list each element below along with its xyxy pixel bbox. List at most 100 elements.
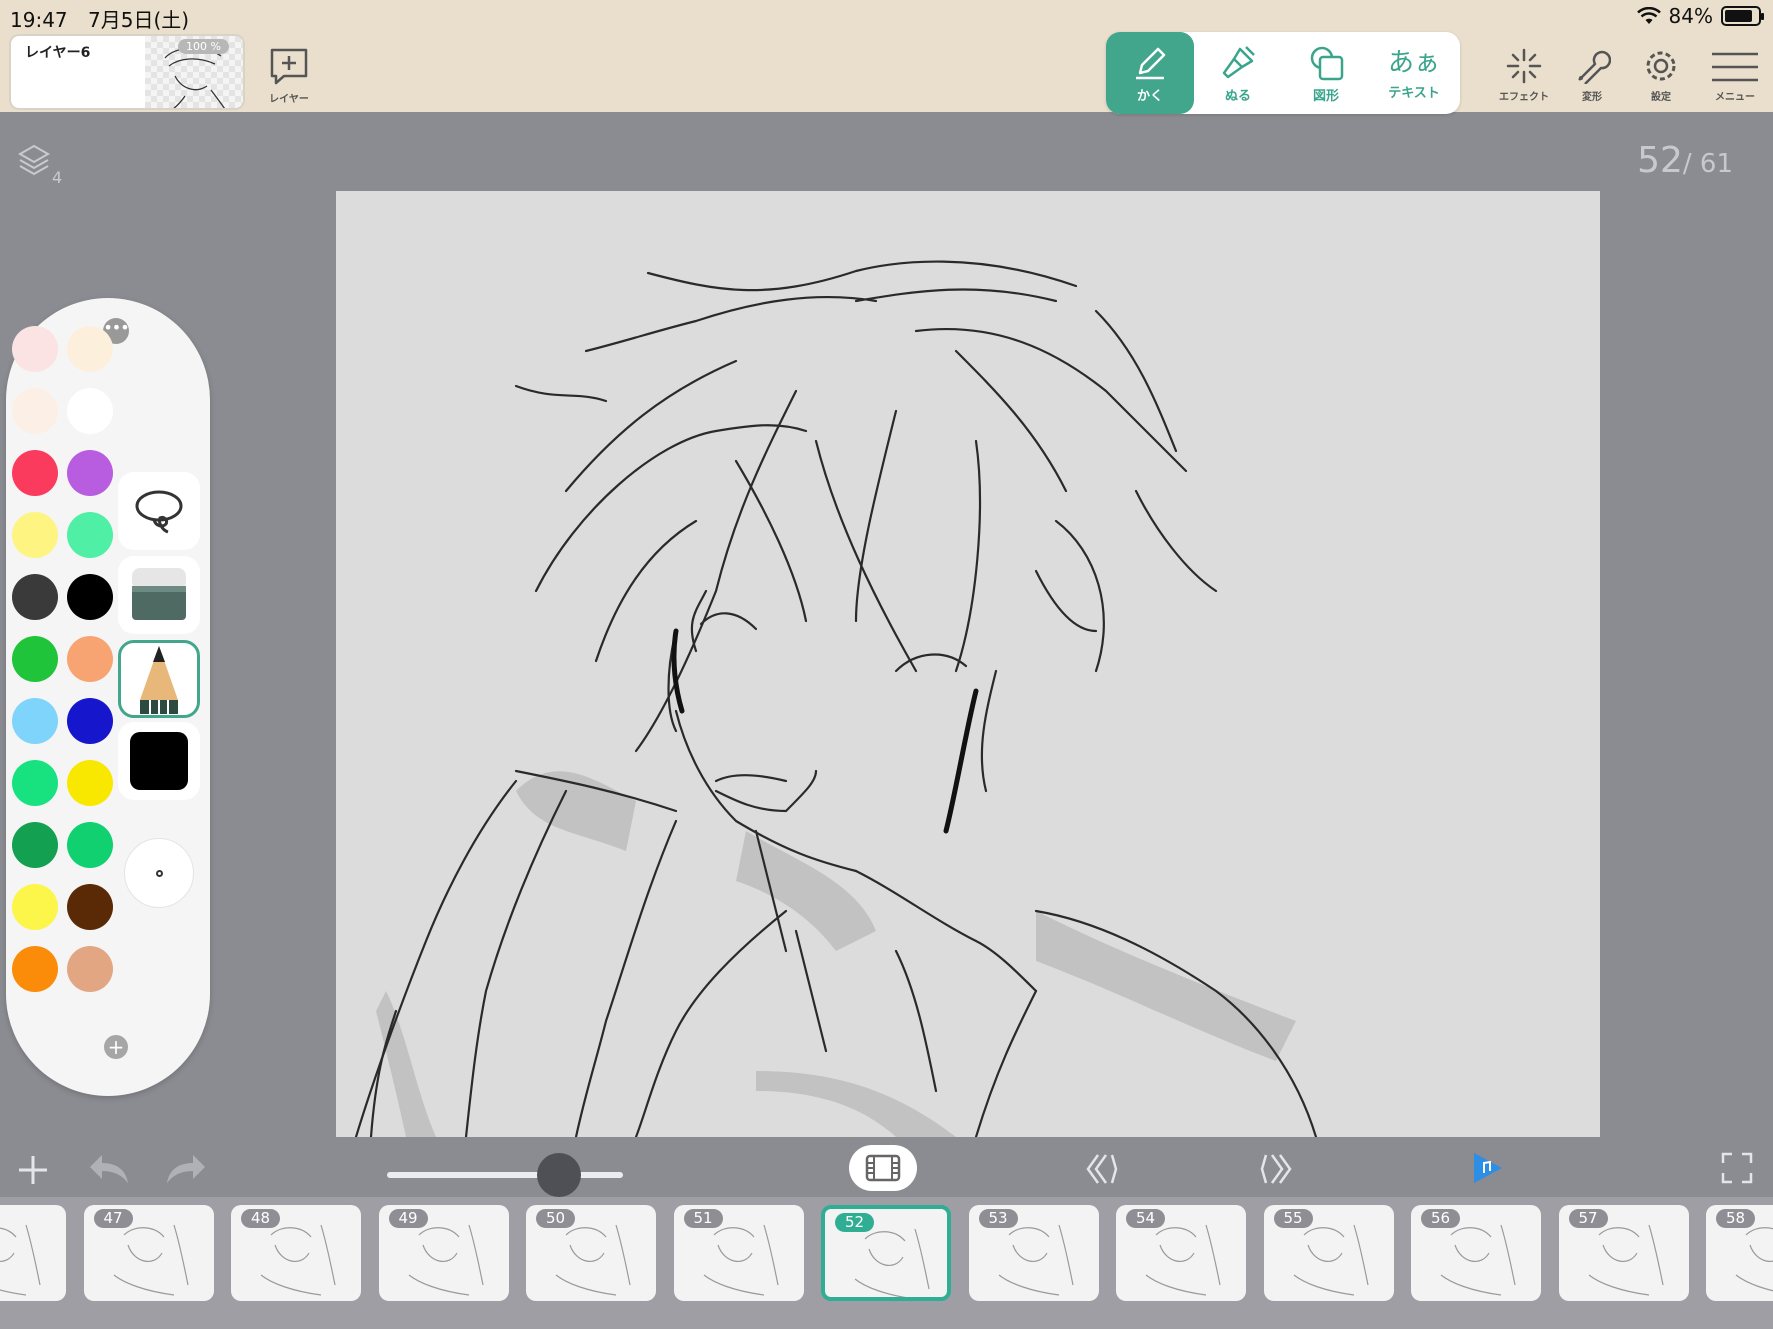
color-swatch[interactable] <box>67 326 113 372</box>
date-text: 7月5日(土) <box>88 8 190 32</box>
sketch-drawing <box>354 260 1318 1137</box>
color-swatch[interactable] <box>12 450 58 496</box>
hamburger-icon <box>1712 52 1758 82</box>
color-swatch[interactable] <box>12 574 58 620</box>
color-swatch[interactable] <box>12 512 58 558</box>
color-swatch[interactable] <box>12 388 58 434</box>
tool-shape[interactable]: 図形 <box>1282 32 1370 114</box>
frame-number: 55 <box>1273 1209 1313 1228</box>
menu-button[interactable]: メニュー <box>1710 50 1760 103</box>
frame-number: 56 <box>1421 1209 1461 1228</box>
color-swatch[interactable] <box>12 822 58 868</box>
frame-thumbnail[interactable] <box>0 1205 66 1301</box>
text-icon: あぁ <box>1387 47 1440 78</box>
frame-number: 49 <box>388 1209 428 1228</box>
frame-thumbnail[interactable]: 54 <box>1116 1205 1246 1301</box>
lasso-icon <box>135 490 183 534</box>
frame-thumbnail[interactable]: 47 <box>83 1205 214 1301</box>
frame-thumbnail[interactable]: 57 <box>1558 1205 1689 1301</box>
undo-icon[interactable] <box>88 1151 130 1185</box>
frame-thumbnail[interactable]: 49 <box>378 1205 509 1301</box>
settings-button[interactable]: 設定 <box>1642 48 1680 103</box>
battery-percent: 84% <box>1668 4 1713 28</box>
frame-thumbnail[interactable]: 53 <box>968 1205 1099 1301</box>
add-frame-icon[interactable] <box>16 1153 50 1187</box>
frame-thumbnail[interactable]: 48 <box>231 1205 361 1301</box>
frame-thumbnail[interactable]: 58 <box>1706 1205 1773 1301</box>
menu-label: メニュー <box>1715 92 1755 103</box>
frame-thumbnail-current[interactable]: 52 <box>821 1205 951 1301</box>
current-color-swatch <box>130 732 188 790</box>
wifi-icon <box>1636 7 1661 24</box>
effect-label: エフェクト <box>1499 92 1549 103</box>
prev-frame-icon[interactable] <box>1084 1153 1118 1185</box>
tool-fill-label: ぬる <box>1224 88 1251 104</box>
frame-number: 54 <box>1126 1209 1166 1228</box>
frame-thumbnail[interactable]: 55 <box>1263 1205 1394 1301</box>
color-swatch[interactable] <box>67 884 113 930</box>
eraser-tool[interactable] <box>118 556 200 634</box>
lasso-tool[interactable] <box>118 472 200 550</box>
effect-button[interactable]: エフェクト <box>1499 48 1549 103</box>
brush-size-slider-knob[interactable] <box>537 1153 582 1197</box>
color-swatch[interactable] <box>67 512 113 558</box>
status-right: 84% <box>1636 4 1764 28</box>
tool-draw-label: かく <box>1136 88 1163 104</box>
battery-icon <box>1721 6 1764 26</box>
shape-icon <box>1310 46 1344 80</box>
pencil-tool[interactable] <box>118 640 200 718</box>
frame-number: 58 <box>1716 1209 1756 1228</box>
color-swatch[interactable] <box>12 636 58 682</box>
tool-fill[interactable]: ぬる <box>1194 32 1282 114</box>
add-layer-icon <box>270 48 308 85</box>
color-swatch[interactable] <box>12 698 58 744</box>
color-swatch[interactable] <box>67 388 113 434</box>
frame-thumbnail[interactable]: 51 <box>673 1205 804 1301</box>
frame-number: 57 <box>1568 1209 1608 1228</box>
color-swatch[interactable] <box>67 636 113 682</box>
top-bar: 19:47 7月5日(土) 84% レイヤー6 100 % レイヤー かく ぬる… <box>0 0 1773 114</box>
color-swatch[interactable] <box>67 946 113 992</box>
frame-current: 52 <box>1637 140 1683 181</box>
add-layer-button[interactable]: レイヤー <box>268 46 310 105</box>
next-frame-icon[interactable] <box>1260 1153 1294 1185</box>
brush-size-slider[interactable] <box>387 1172 623 1178</box>
gear-icon <box>1646 51 1676 81</box>
add-color-icon[interactable]: + <box>104 1035 128 1059</box>
brush-size-dot <box>155 869 163 877</box>
play-icon[interactable] <box>1470 1149 1506 1187</box>
color-palette: ••• + <box>6 298 210 1096</box>
layers-indicator[interactable]: 4 <box>17 144 62 187</box>
color-swatch[interactable] <box>67 574 113 620</box>
color-swatch[interactable] <box>12 760 58 806</box>
color-swatch[interactable] <box>67 822 113 868</box>
fullscreen-icon[interactable] <box>1720 1151 1754 1185</box>
frame-number: 50 <box>536 1209 576 1228</box>
transform-button[interactable]: 変形 <box>1573 48 1611 103</box>
frame-number: 48 <box>241 1209 281 1228</box>
color-swatch[interactable] <box>12 946 58 992</box>
redo-icon[interactable] <box>165 1151 207 1185</box>
tool-draw[interactable]: かく <box>1106 32 1194 114</box>
layer-opacity: 100 % <box>178 39 229 54</box>
color-swatch[interactable] <box>67 698 113 744</box>
drawing-canvas[interactable] <box>336 191 1600 1137</box>
current-color-tool[interactable] <box>118 722 200 800</box>
frame-sketch <box>0 1224 41 1296</box>
film-button[interactable] <box>849 1145 917 1191</box>
tool-group: かく ぬる 図形 あぁ テキスト <box>1106 32 1460 114</box>
color-swatch[interactable] <box>67 760 113 806</box>
brush-size-tool[interactable] <box>124 838 194 908</box>
add-layer-label: レイヤー <box>269 94 309 105</box>
frame-thumbnail[interactable]: 50 <box>526 1205 656 1301</box>
frame-thumbnail[interactable]: 56 <box>1411 1205 1541 1301</box>
frame-number: 47 <box>93 1209 133 1228</box>
tool-text[interactable]: あぁ テキスト <box>1370 32 1458 114</box>
color-swatch[interactable] <box>12 884 58 930</box>
color-swatch[interactable] <box>67 450 113 496</box>
layers-icon <box>17 144 51 176</box>
color-swatch[interactable] <box>12 326 58 372</box>
pen-icon <box>1136 47 1166 79</box>
current-layer-card[interactable]: レイヤー6 100 % <box>9 34 245 110</box>
tool-shape-label: 図形 <box>1312 88 1339 104</box>
